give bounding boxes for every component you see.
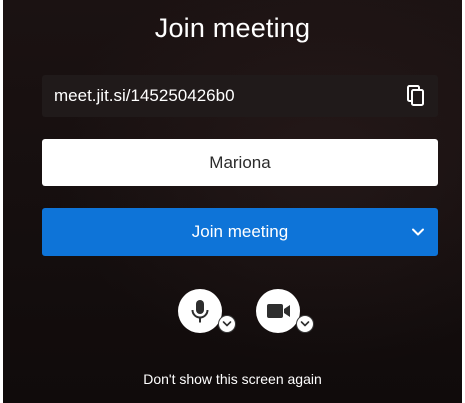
page-title: Join meeting (154, 13, 311, 43)
microphone-button[interactable] (178, 289, 222, 333)
meeting-url-row: meet.jit.si/145250426b0 (42, 75, 438, 117)
microphone-icon (191, 300, 209, 323)
dont-show-again-link[interactable]: Don't show this screen again (3, 371, 462, 387)
chevron-down-icon (300, 321, 310, 327)
microphone-options-button[interactable] (218, 315, 236, 333)
copy-icon[interactable] (407, 85, 425, 107)
join-meeting-label: Join meeting (191, 222, 289, 241)
chevron-down-icon (222, 321, 232, 327)
meeting-url: meet.jit.si/145250426b0 (54, 86, 235, 105)
prejoin-panel: Join meeting meet.jit.si/145250426b0 Joi… (3, 0, 462, 403)
join-meeting-button[interactable]: Join meeting (42, 208, 438, 256)
camera-icon (267, 304, 290, 318)
camera-options-button[interactable] (296, 315, 314, 333)
chevron-down-icon[interactable] (410, 224, 426, 240)
display-name-input[interactable] (42, 139, 438, 186)
camera-button[interactable] (256, 289, 300, 333)
